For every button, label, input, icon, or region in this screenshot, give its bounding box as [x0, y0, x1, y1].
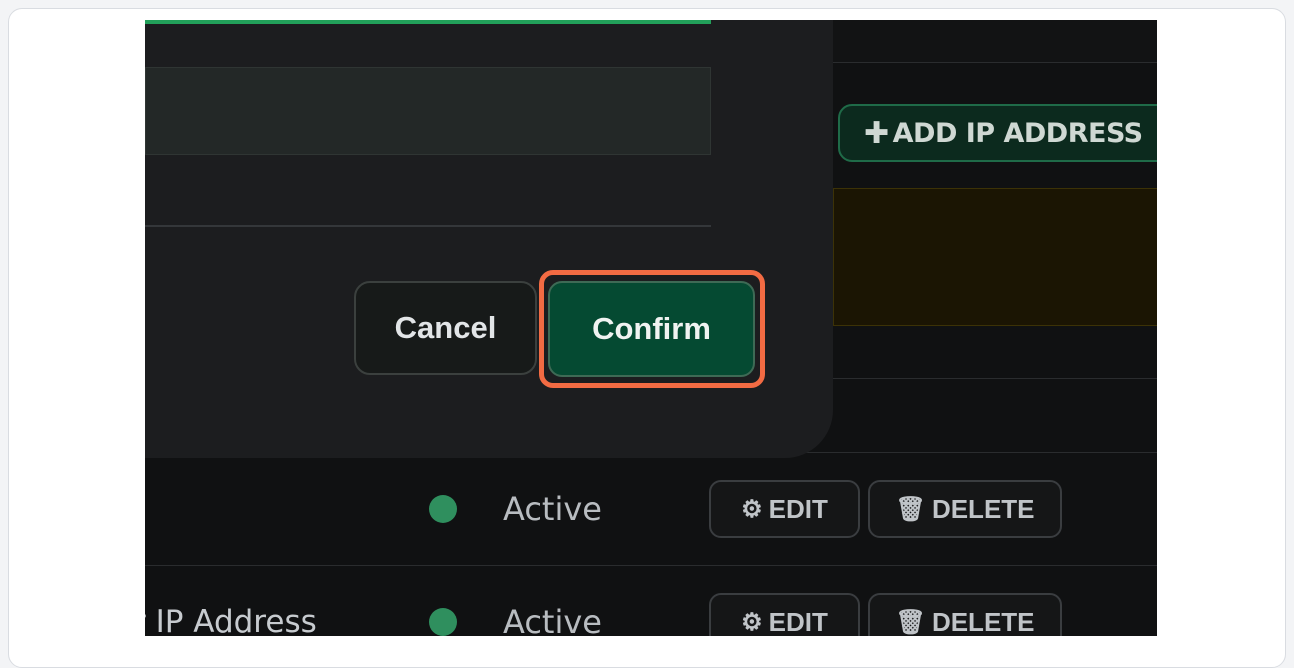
ip-name: r IP Address: [145, 604, 317, 636]
gear-icon: ⚙: [741, 495, 763, 523]
delete-label: DELETE: [931, 606, 1035, 637]
gear-icon: ⚙: [741, 608, 763, 636]
edit-label: EDIT: [768, 606, 828, 637]
confirm-button[interactable]: Confirm: [548, 281, 755, 377]
table-row: r IP Address Active ⚙ EDIT 🗑 DELETE: [145, 565, 1157, 636]
delete-button[interactable]: 🗑 DELETE: [868, 593, 1062, 636]
add-ip-address-label: ADD IP ADDRESS: [892, 117, 1144, 149]
input-focus-accent: [145, 20, 711, 24]
modal-separator: [145, 225, 711, 227]
modal-dialog: Cancel Confirm: [145, 20, 833, 458]
warning-panel: [833, 188, 1157, 326]
edit-button[interactable]: ⚙ EDIT: [709, 593, 860, 636]
edit-label: EDIT: [768, 493, 828, 524]
status-dot: [429, 608, 457, 636]
add-ip-address-button[interactable]: ✚ ADD IP ADDRESS: [838, 104, 1157, 162]
status-text: Active: [503, 603, 602, 636]
table-row: Active ⚙ EDIT 🗑 DELETE: [145, 452, 1157, 566]
app-viewport: ✚ ADD IP ADDRESS Active ⚙ EDIT 🗑 DELETE …: [145, 20, 1157, 636]
delete-button[interactable]: 🗑 DELETE: [868, 480, 1062, 538]
edit-button[interactable]: ⚙ EDIT: [709, 480, 860, 538]
modal-input[interactable]: [145, 67, 711, 155]
plus-icon: ✚: [864, 115, 889, 151]
delete-label: DELETE: [931, 493, 1035, 524]
trash-icon: 🗑: [895, 495, 926, 523]
status-dot: [429, 495, 457, 523]
cancel-button[interactable]: Cancel: [354, 281, 537, 375]
trash-icon: 🗑: [895, 608, 926, 636]
status-text: Active: [503, 490, 602, 528]
